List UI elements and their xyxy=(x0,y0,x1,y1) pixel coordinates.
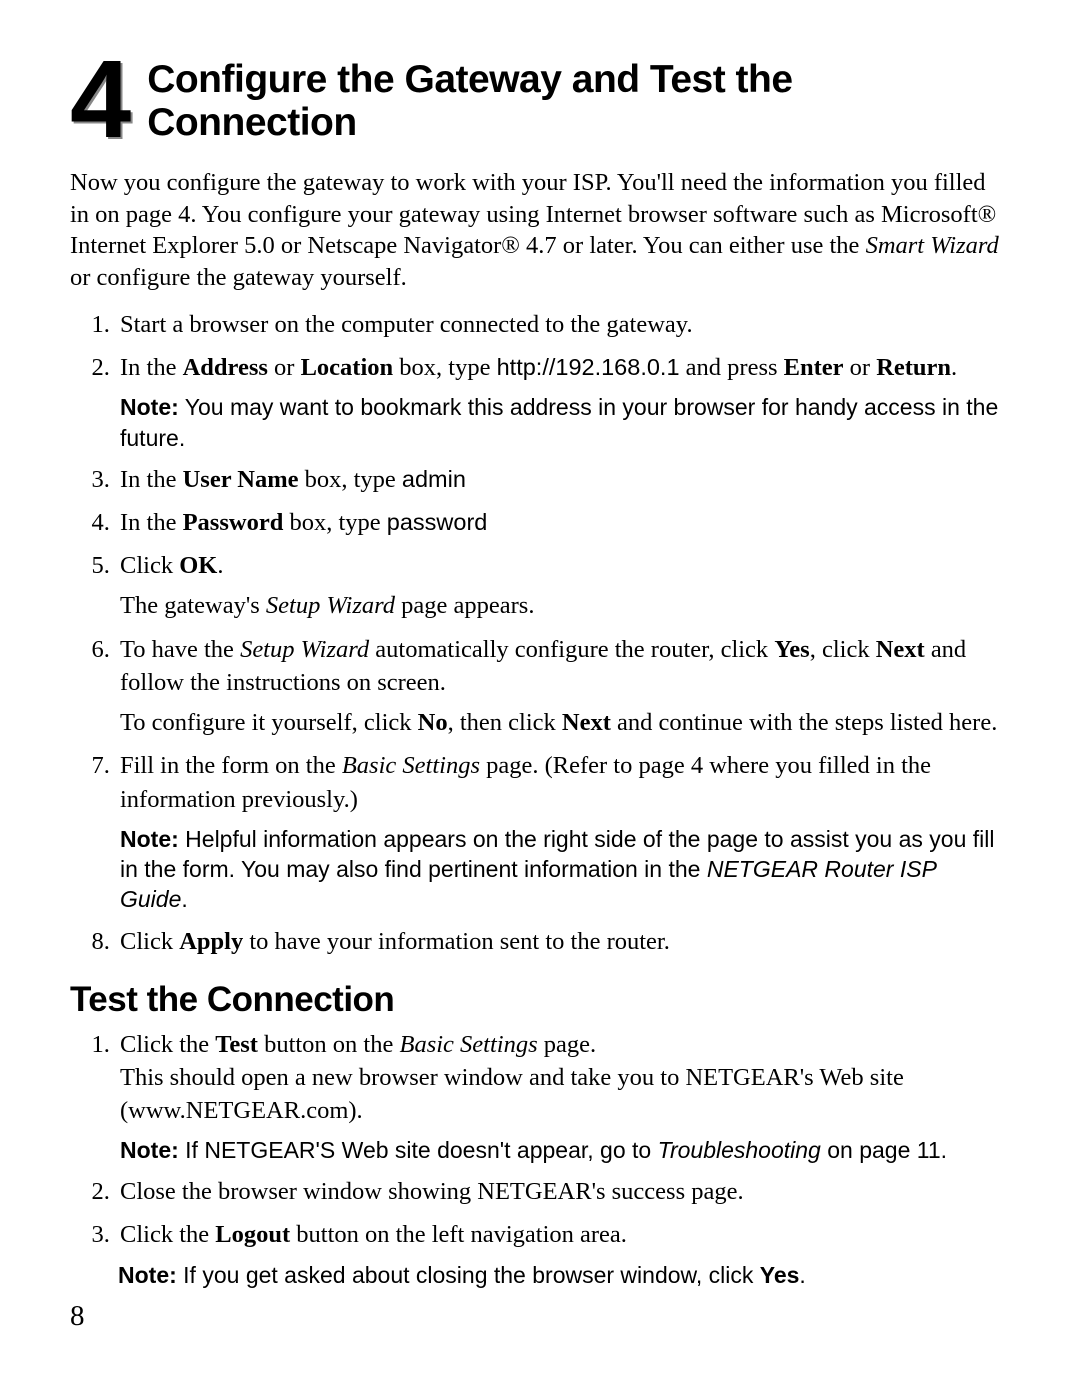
t: Next xyxy=(876,636,925,663)
t: box, type xyxy=(298,466,401,493)
t: , click xyxy=(810,636,876,663)
step-7-note: Note: Helpful information appears on the… xyxy=(120,824,1010,915)
t: page. xyxy=(538,1031,597,1058)
note-text: If NETGEAR'S Web site doesn't appear, go… xyxy=(179,1137,658,1163)
t: Next xyxy=(562,709,611,736)
t: Click the xyxy=(120,1221,215,1248)
t: admin xyxy=(402,466,466,492)
t: Enter xyxy=(784,354,844,381)
t: or xyxy=(844,354,877,381)
t: No xyxy=(418,709,448,736)
steps-list-a: Start a browser on the computer connecte… xyxy=(70,308,1010,958)
test-step-3: Click the Logout button on the left navi… xyxy=(116,1218,1010,1251)
t: . xyxy=(217,552,223,579)
t: password xyxy=(387,509,488,535)
section-title: Configure the Gateway and Test the Conne… xyxy=(147,55,1010,145)
t: Apply xyxy=(179,928,243,955)
intro-text-a: Now you configure the gateway to work wi… xyxy=(70,169,996,260)
t: page appears. xyxy=(395,592,534,619)
test-step-1: Click the Test button on the Basic Setti… xyxy=(116,1028,1010,1166)
t: To configure it yourself, click xyxy=(120,709,418,736)
t: Setup Wizard xyxy=(240,636,369,663)
note-text: You may want to bookmark this address in… xyxy=(120,394,998,450)
step-3: In the User Name box, type admin xyxy=(116,463,1010,496)
t: Test xyxy=(215,1031,258,1058)
section-number: 4 xyxy=(70,56,129,144)
t: In the xyxy=(120,509,183,536)
t: To have the xyxy=(120,636,240,663)
intro-text-b: or configure the gateway yourself. xyxy=(70,264,407,291)
t: . xyxy=(799,1262,805,1288)
t: Click xyxy=(120,928,179,955)
step-6-sub: To configure it yourself, click No, then… xyxy=(120,707,1010,740)
step-2-note: Note: You may want to bookmark this addr… xyxy=(120,392,1010,453)
t: button on the left navigation area. xyxy=(290,1221,627,1248)
note-label: Note: xyxy=(120,1137,179,1163)
t: Fill in the form on the xyxy=(120,752,342,779)
note-text: . xyxy=(181,886,187,912)
t: If you get asked about closing the brows… xyxy=(177,1262,760,1288)
step-5-sub: The gateway's Setup Wizard page appears. xyxy=(120,590,1010,623)
t: and press xyxy=(680,354,784,381)
t: , then click xyxy=(448,709,562,736)
step-6: To have the Setup Wizard automatically c… xyxy=(116,633,1010,740)
t: or xyxy=(268,354,301,381)
intro-paragraph: Now you configure the gateway to work wi… xyxy=(70,167,1010,294)
intro-smart-wizard: Smart Wizard xyxy=(866,232,999,259)
test-step-2: Close the browser window showing NETGEAR… xyxy=(116,1175,1010,1208)
t: User Name xyxy=(183,466,299,493)
steps-list-b: Click the Test button on the Basic Setti… xyxy=(70,1028,1010,1252)
t: Basic Settings xyxy=(342,752,480,779)
t: Yes xyxy=(774,636,809,663)
t: In the xyxy=(120,466,183,493)
t: Basic Settings xyxy=(399,1031,537,1058)
t: automatically configure the router, clic… xyxy=(369,636,774,663)
url-text: http://192.168.0.1 xyxy=(497,354,680,380)
t: box, type xyxy=(283,509,386,536)
step-5: Click OK. The gateway's Setup Wizard pag… xyxy=(116,549,1010,623)
t: Setup Wizard xyxy=(266,592,395,619)
t: Logout xyxy=(215,1221,290,1248)
t: Address xyxy=(183,354,268,381)
step-7: Fill in the form on the Basic Settings p… xyxy=(116,749,1010,914)
note-label: Note: xyxy=(120,826,179,852)
t: In the xyxy=(120,354,183,381)
t: . xyxy=(951,354,957,381)
t: OK xyxy=(179,552,217,579)
footer-note: Note: If you get asked about closing the… xyxy=(118,1261,1010,1291)
t: button on the xyxy=(258,1031,400,1058)
note-label: Note: xyxy=(118,1262,177,1288)
step-4: In the Password box, type password xyxy=(116,506,1010,539)
note-label: Note: xyxy=(120,394,179,420)
t: Click xyxy=(120,552,179,579)
t: box, type xyxy=(393,354,496,381)
t: and continue with the steps listed here. xyxy=(611,709,997,736)
page-number: 8 xyxy=(70,1300,85,1333)
section-header: 4 Configure the Gateway and Test the Con… xyxy=(70,55,1010,145)
t: The gateway's xyxy=(120,592,266,619)
t: Click the xyxy=(120,1031,215,1058)
test-step-1-sub: This should open a new browser window an… xyxy=(120,1061,1010,1127)
step-2: In the Address or Location box, type htt… xyxy=(116,351,1010,453)
subheading: Test the Connection xyxy=(70,980,1010,1020)
page: 4 Configure the Gateway and Test the Con… xyxy=(0,0,1080,1375)
step-1: Start a browser on the computer connecte… xyxy=(116,308,1010,341)
t: Location xyxy=(301,354,394,381)
t: Password xyxy=(183,509,284,536)
note-text: on page 11. xyxy=(821,1137,947,1163)
t: Yes xyxy=(760,1262,800,1288)
note-italic: Troubleshooting xyxy=(658,1137,821,1163)
step-8: Click Apply to have your information sen… xyxy=(116,925,1010,958)
t: to have your information sent to the rou… xyxy=(243,928,670,955)
test-step-1-note: Note: If NETGEAR'S Web site doesn't appe… xyxy=(120,1135,1010,1165)
t: Return xyxy=(876,354,951,381)
